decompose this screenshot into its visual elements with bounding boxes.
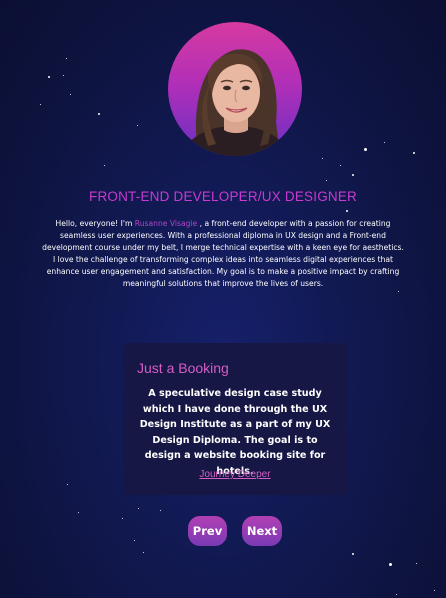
star-icon: [352, 174, 354, 176]
star-icon: [396, 594, 397, 595]
project-title: Just a Booking: [137, 360, 229, 376]
star-icon: [122, 518, 123, 519]
journey-deeper-link[interactable]: Journey Deeper: [123, 469, 347, 480]
star-icon: [137, 125, 138, 126]
star-icon: [66, 58, 67, 59]
star-icon: [352, 553, 354, 555]
star-icon: [416, 563, 417, 564]
author-name: Rusanne Visagie: [134, 219, 198, 228]
star-icon: [389, 563, 392, 566]
profile-avatar: [168, 22, 302, 156]
star-icon: [143, 552, 144, 553]
star-icon: [134, 540, 135, 541]
star-icon: [98, 113, 100, 115]
next-button[interactable]: Next: [242, 516, 282, 546]
star-icon: [398, 291, 399, 292]
star-icon: [364, 148, 367, 151]
star-icon: [322, 158, 323, 159]
project-description: A speculative design case study which I …: [139, 388, 331, 477]
profile-portrait: [180, 49, 292, 156]
star-icon: [78, 512, 79, 513]
star-icon: [67, 484, 68, 485]
star-icon: [434, 590, 435, 591]
project-card: Just a Booking A speculative design case…: [123, 343, 347, 495]
role-title: FRONT-END DEVELOPER/UX DESIGNER: [89, 189, 357, 204]
star-icon: [104, 165, 105, 166]
bio-body: , a front-end developer with a passion f…: [42, 219, 404, 288]
star-icon: [340, 165, 341, 166]
star-icon: [48, 76, 50, 78]
bio-paragraph: Hello, everyone! I'm Rusanne Visagie , a…: [40, 218, 406, 290]
star-icon: [40, 104, 41, 105]
star-icon: [160, 510, 161, 511]
star-icon: [326, 180, 327, 181]
star-icon: [63, 75, 64, 76]
star-icon: [138, 508, 139, 509]
star-icon: [70, 94, 71, 95]
star-icon: [413, 152, 415, 154]
star-icon: [384, 142, 385, 143]
star-icon: [346, 210, 348, 212]
prev-button[interactable]: Prev: [188, 516, 227, 546]
bio-intro: Hello, everyone! I'm: [55, 219, 135, 228]
